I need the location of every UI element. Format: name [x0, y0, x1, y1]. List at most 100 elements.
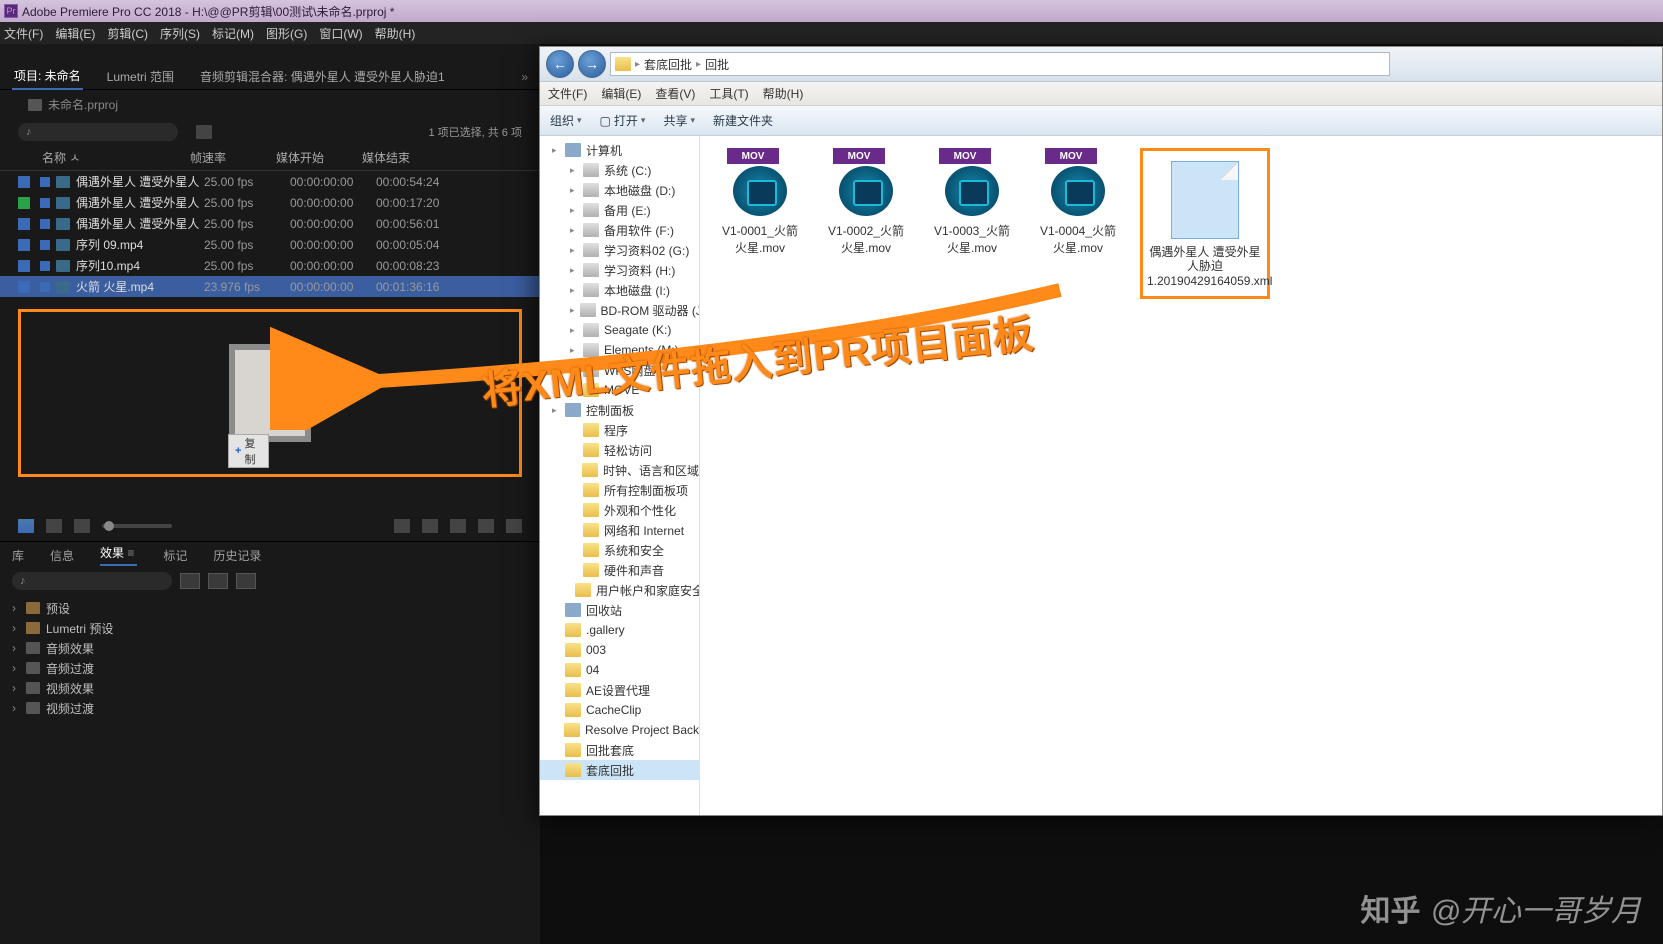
- menu-item[interactable]: 标记(M): [212, 25, 254, 42]
- col-name[interactable]: 名称 ㅅ: [18, 149, 190, 166]
- tree-node[interactable]: ▸ 学习资料02 (G:): [540, 240, 699, 260]
- tab-lumetri[interactable]: Lumetri 范围: [105, 64, 176, 89]
- tab-history[interactable]: 历史记录: [213, 547, 261, 564]
- tree-node[interactable]: ▸ Seagate (K:): [540, 320, 699, 340]
- tree-node[interactable]: ▸ BD-ROM 驱动器 (J:): [540, 300, 699, 320]
- fx-label: 视频过渡: [46, 700, 94, 717]
- menu-item[interactable]: 序列(S): [160, 25, 200, 42]
- tree-node[interactable]: 所有控制面板项: [540, 480, 699, 500]
- tree-node[interactable]: 套底回批: [540, 760, 699, 780]
- tab-project[interactable]: 项目: 未命名: [12, 63, 83, 90]
- col-end[interactable]: 媒体结束: [362, 149, 448, 166]
- nav-forward-button[interactable]: →: [578, 50, 606, 78]
- tree-node[interactable]: ▸ 本地磁盘 (I:): [540, 280, 699, 300]
- tree-node[interactable]: ▸ 学习资料 (H:): [540, 260, 699, 280]
- automate-icon[interactable]: [394, 519, 410, 533]
- drop-zone-highlight[interactable]: +复制: [18, 309, 522, 477]
- new-folder-button[interactable]: 新建文件夹: [713, 112, 773, 129]
- fx-badge-icon[interactable]: [236, 573, 256, 589]
- find-icon[interactable]: [422, 519, 438, 533]
- zoom-slider[interactable]: [102, 524, 172, 528]
- tree-node[interactable]: 网络和 Internet: [540, 520, 699, 540]
- menu-item[interactable]: 帮助(H): [375, 25, 416, 42]
- clip-end: 00:00:08:23: [376, 259, 462, 273]
- tree-node[interactable]: ▸ 计算机: [540, 140, 699, 160]
- tree-node[interactable]: 回批套底: [540, 740, 699, 760]
- file-item[interactable]: MOV V1-0002_火箭 火星.mov: [822, 148, 910, 256]
- tree-node[interactable]: CacheClip: [540, 700, 699, 720]
- file-item[interactable]: MOV V1-0001_火箭 火星.mov: [716, 148, 804, 256]
- breadcrumb[interactable]: 回批: [705, 56, 729, 73]
- project-row[interactable]: 偶遇外星人 遭受外星人 25.00 fps 00:00:00:00 00:00:…: [0, 171, 540, 192]
- col-fps[interactable]: 帧速率: [190, 149, 276, 166]
- project-row[interactable]: 火箭 火星.mp4 23.976 fps 00:00:00:00 00:01:3…: [0, 276, 540, 297]
- tree-node[interactable]: 003: [540, 640, 699, 660]
- file-item[interactable]: MOV V1-0003_火箭 火星.mov: [928, 148, 1016, 256]
- tab-library[interactable]: 库: [12, 547, 24, 564]
- bin-button-icon[interactable]: [196, 125, 212, 139]
- tree-node[interactable]: 硬件和声音: [540, 560, 699, 580]
- tree-node[interactable]: ▸ 备用软件 (F:): [540, 220, 699, 240]
- icon-view-icon[interactable]: [46, 519, 62, 533]
- tree-node[interactable]: AE设置代理: [540, 680, 699, 700]
- project-row[interactable]: 序列10.mp4 25.00 fps 00:00:00:00 00:00:08:…: [0, 255, 540, 276]
- menu-item[interactable]: 查看(V): [655, 85, 695, 102]
- tab-info[interactable]: 信息: [50, 547, 74, 564]
- col-start[interactable]: 媒体开始: [276, 149, 362, 166]
- tree-node[interactable]: 时钟、语言和区域: [540, 460, 699, 480]
- project-search-input[interactable]: ♪: [18, 123, 178, 141]
- menu-item[interactable]: 文件(F): [4, 25, 43, 42]
- breadcrumb[interactable]: 套底回批: [644, 56, 692, 73]
- xml-file-highlighted[interactable]: 偶遇外星人 遭受外星人胁迫1.20190429164059.xml: [1140, 148, 1270, 299]
- organize-button[interactable]: 组织 ▾: [550, 112, 582, 129]
- open-button[interactable]: ▢ 打开 ▾: [600, 112, 646, 129]
- tree-node[interactable]: 04: [540, 660, 699, 680]
- project-row[interactable]: 偶遇外星人 遭受外星人 25.00 fps 00:00:00:00 00:00:…: [0, 213, 540, 234]
- file-item[interactable]: MOV V1-0004_火箭 火星.mov: [1034, 148, 1122, 256]
- effects-search-input[interactable]: ♪: [12, 572, 172, 590]
- fx-node[interactable]: › 视频过渡: [12, 698, 528, 718]
- tree-node[interactable]: 外观和个性化: [540, 500, 699, 520]
- fx-node[interactable]: › 音频过渡: [12, 658, 528, 678]
- trash-icon[interactable]: [506, 519, 522, 533]
- fx-label: Lumetri 预设: [46, 620, 113, 637]
- fx-badge-icon[interactable]: [208, 573, 228, 589]
- fx-node[interactable]: › 预设: [12, 598, 528, 618]
- menu-item[interactable]: 编辑(E): [601, 85, 641, 102]
- premiere-title-text: Adobe Premiere Pro CC 2018 - H:\@@PR剪辑\0…: [22, 3, 394, 20]
- menu-item[interactable]: 剪辑(C): [107, 25, 148, 42]
- fx-badge-icon[interactable]: [180, 573, 200, 589]
- tab-markers[interactable]: 标记: [163, 547, 187, 564]
- address-bar[interactable]: ▸ 套底回批 ▸ 回批: [610, 52, 1390, 76]
- tree-node[interactable]: ▸ 系统 (C:): [540, 160, 699, 180]
- tabs-overflow[interactable]: »: [521, 70, 528, 84]
- tree-node[interactable]: 系统和安全: [540, 540, 699, 560]
- nav-back-button[interactable]: ←: [546, 50, 574, 78]
- menu-item[interactable]: 文件(F): [548, 85, 587, 102]
- project-row[interactable]: 偶遇外星人 遭受外星人 25.00 fps 00:00:00:00 00:00:…: [0, 192, 540, 213]
- new-bin-icon[interactable]: [450, 519, 466, 533]
- tree-node[interactable]: Resolve Project Back: [540, 720, 699, 740]
- tree-node[interactable]: ▸ 本地磁盘 (D:): [540, 180, 699, 200]
- tree-node[interactable]: ▸ 备用 (E:): [540, 200, 699, 220]
- project-row[interactable]: 序列 09.mp4 25.00 fps 00:00:00:00 00:00:05…: [0, 234, 540, 255]
- menu-item[interactable]: 窗口(W): [319, 25, 362, 42]
- tree-node[interactable]: 程序: [540, 420, 699, 440]
- tab-effects[interactable]: 效果 ≡: [100, 544, 137, 566]
- tree-node[interactable]: 回收站: [540, 600, 699, 620]
- menu-item[interactable]: 图形(G): [266, 25, 307, 42]
- menu-item[interactable]: 帮助(H): [763, 85, 804, 102]
- freeform-view-icon[interactable]: [74, 519, 90, 533]
- new-item-icon[interactable]: [478, 519, 494, 533]
- tree-node[interactable]: 用户帐户和家庭安全: [540, 580, 699, 600]
- share-button[interactable]: 共享 ▾: [663, 112, 695, 129]
- fx-node[interactable]: › 音频效果: [12, 638, 528, 658]
- list-view-icon[interactable]: [18, 519, 34, 533]
- fx-node[interactable]: › Lumetri 预设: [12, 618, 528, 638]
- tree-node[interactable]: .gallery: [540, 620, 699, 640]
- menu-item[interactable]: 工具(T): [709, 85, 748, 102]
- menu-item[interactable]: 编辑(E): [55, 25, 95, 42]
- tab-mixer[interactable]: 音频剪辑混合器: 偶遇外星人 遭受外星人胁迫1: [198, 64, 447, 89]
- fx-node[interactable]: › 视频效果: [12, 678, 528, 698]
- tree-node[interactable]: 轻松访问: [540, 440, 699, 460]
